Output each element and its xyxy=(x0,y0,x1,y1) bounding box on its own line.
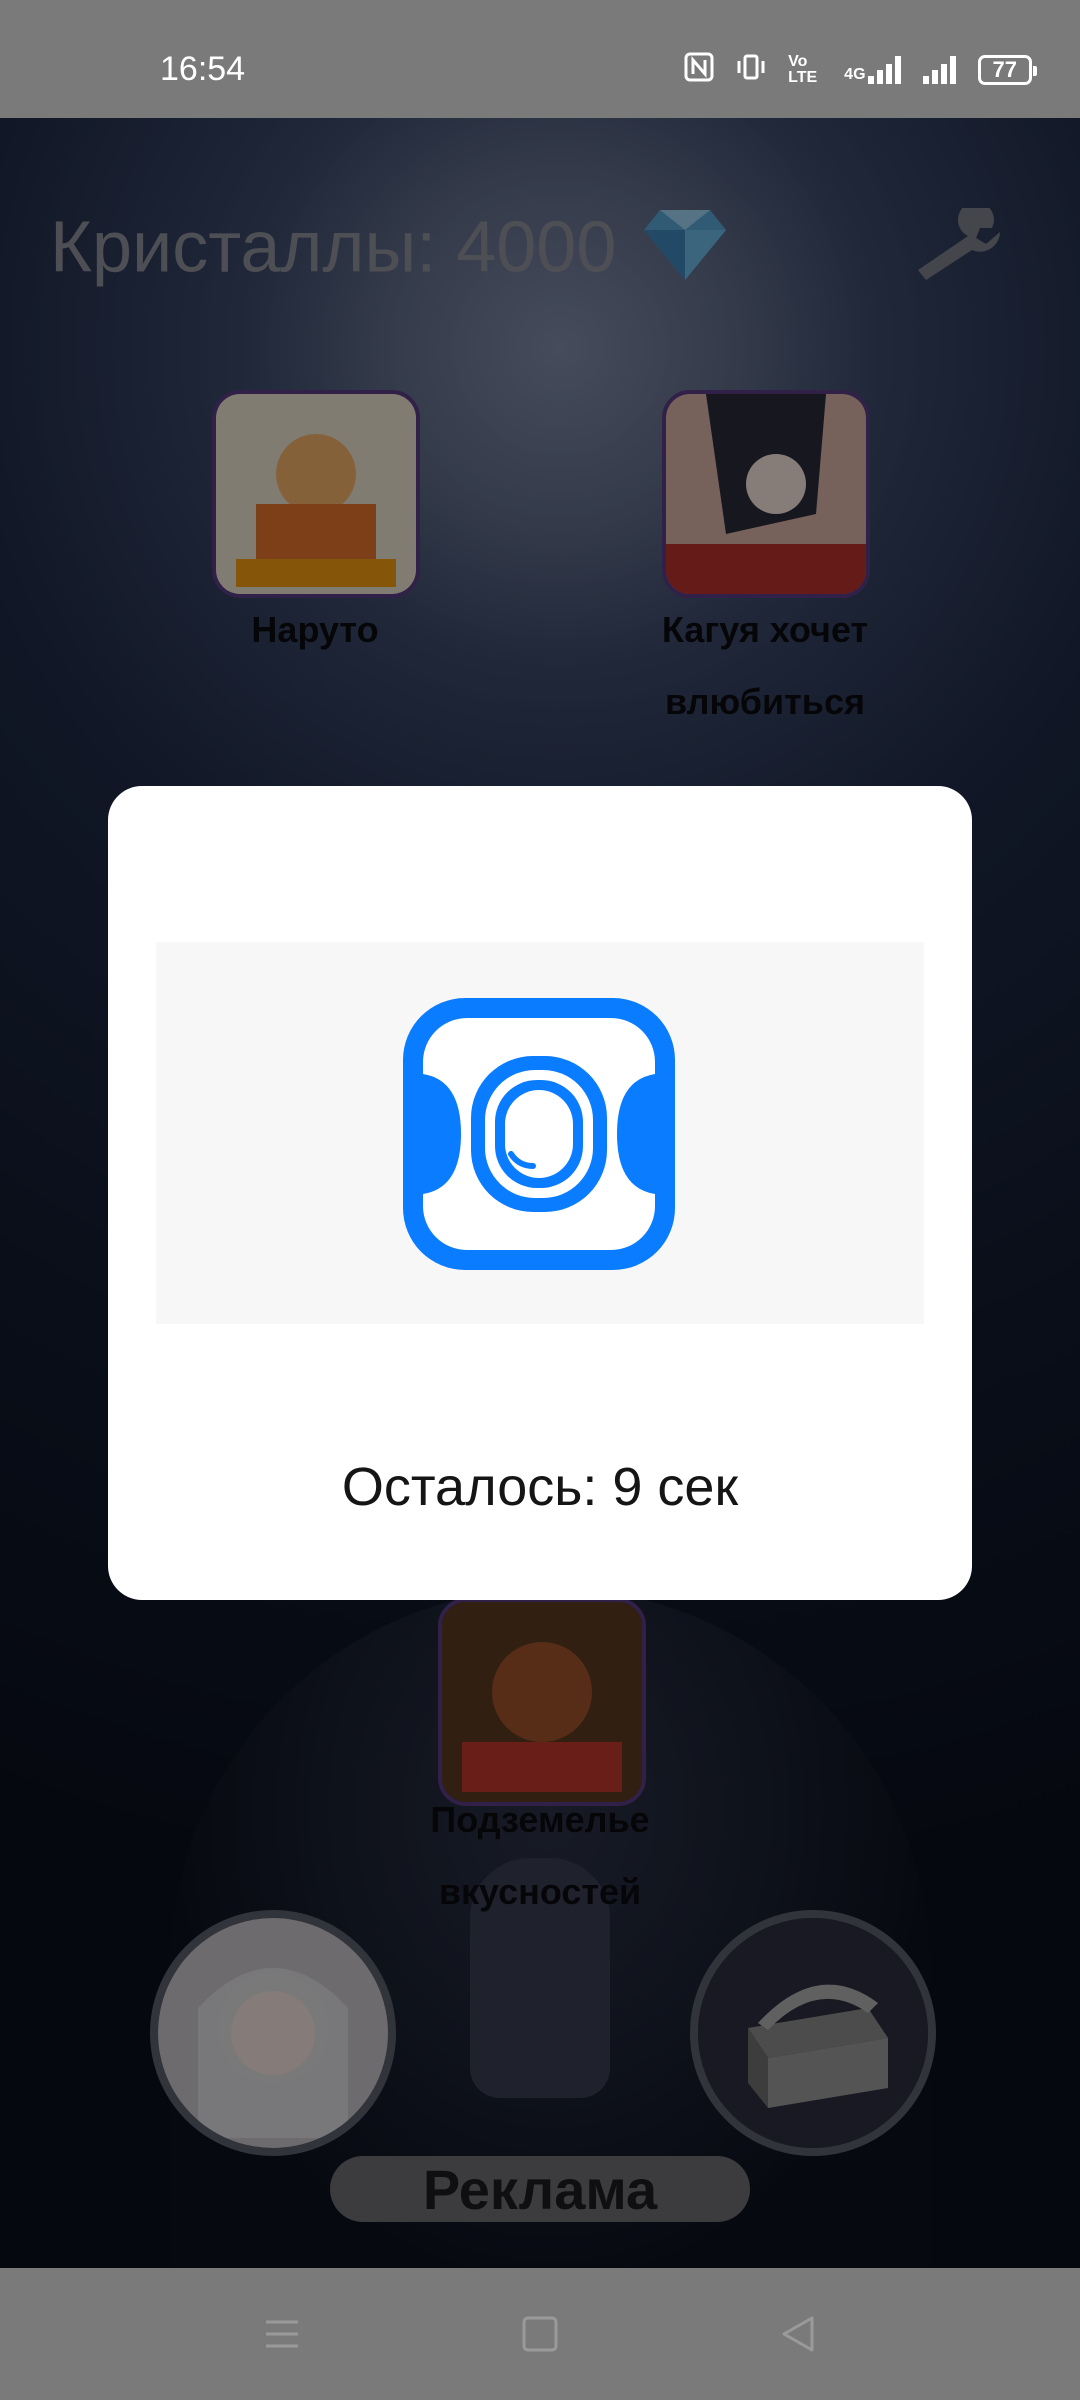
status-time: 16:54 xyxy=(160,50,246,88)
battery-icon: 77 xyxy=(977,55,1038,85)
network-type-label: 4G xyxy=(844,66,866,83)
nfc-icon xyxy=(684,52,714,88)
countdown-text: Осталось: 9 сек xyxy=(341,1457,739,1517)
home-square-icon[interactable] xyxy=(510,2304,570,2364)
menu-icon[interactable] xyxy=(252,2304,312,2364)
vk-video-app-icon xyxy=(403,998,675,1270)
volte-icon: Vo LTE xyxy=(788,53,818,86)
vibrate-icon xyxy=(736,52,766,88)
status-bar: 16:54 Vo LTE 4G 77 xyxy=(0,0,1080,118)
signal-icon xyxy=(922,56,956,84)
status-icons: Vo LTE 4G 77 xyxy=(684,52,1038,88)
back-triangle-icon[interactable] xyxy=(768,2304,828,2364)
ad-banner[interactable] xyxy=(156,942,924,1324)
system-nav-bar xyxy=(0,2268,1080,2400)
signal-4g-icon: 4G xyxy=(844,56,901,84)
ad-dialog: Осталось: 9 сек xyxy=(108,786,972,1600)
